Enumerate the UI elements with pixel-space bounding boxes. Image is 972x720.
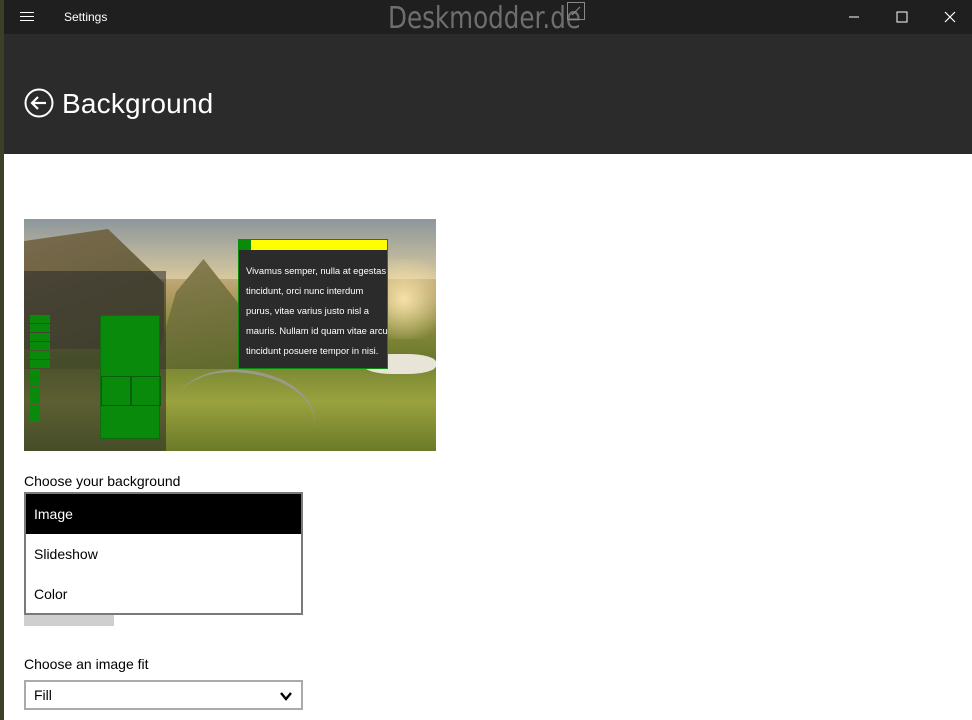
- option-slideshow[interactable]: Slideshow: [26, 534, 301, 574]
- app-title: Settings: [64, 10, 108, 24]
- hamburger-icon[interactable]: [18, 9, 36, 25]
- watermark: Deskmodder.de: [388, 1, 581, 36]
- preview-tile-list: [30, 315, 40, 423]
- minimize-button[interactable]: [830, 0, 878, 34]
- page-title: Background: [62, 88, 214, 119]
- preview-window: Vivamus semper, nulla at egestas tincidu…: [238, 239, 388, 369]
- background-preview: Vivamus semper, nulla at egestas tincidu…: [24, 219, 436, 451]
- back-button[interactable]: [24, 88, 54, 118]
- browse-button[interactable]: [24, 615, 114, 626]
- title-bar: Settings Deskmodder.de: [4, 0, 972, 36]
- background-label: Choose your background: [24, 473, 181, 489]
- option-color[interactable]: Color: [26, 574, 301, 614]
- close-button[interactable]: [926, 0, 972, 34]
- image-fit-label: Choose an image fit: [24, 656, 149, 672]
- preview-window-text: Vivamus semper, nulla at egestas tincidu…: [246, 265, 388, 356]
- image-fit-value: Fill: [34, 687, 52, 703]
- maximize-icon: [896, 11, 908, 23]
- preview-window-titlebar: [239, 240, 387, 250]
- preview-tile-group: [100, 315, 161, 439]
- page-header: Background: [4, 34, 972, 154]
- maximize-button[interactable]: [878, 0, 926, 34]
- minimize-icon: [849, 16, 859, 18]
- background-select-list[interactable]: Image Slideshow Color: [24, 492, 303, 615]
- preview-window-accent: [239, 240, 251, 250]
- image-fit-dropdown[interactable]: Fill: [24, 680, 303, 710]
- back-arrow-icon: [24, 88, 54, 118]
- close-icon: [944, 11, 956, 23]
- preview-tile-list-2: [40, 315, 50, 369]
- chevron-down-icon: [280, 692, 292, 701]
- option-image[interactable]: Image: [26, 494, 301, 534]
- pencil-icon: [567, 2, 585, 20]
